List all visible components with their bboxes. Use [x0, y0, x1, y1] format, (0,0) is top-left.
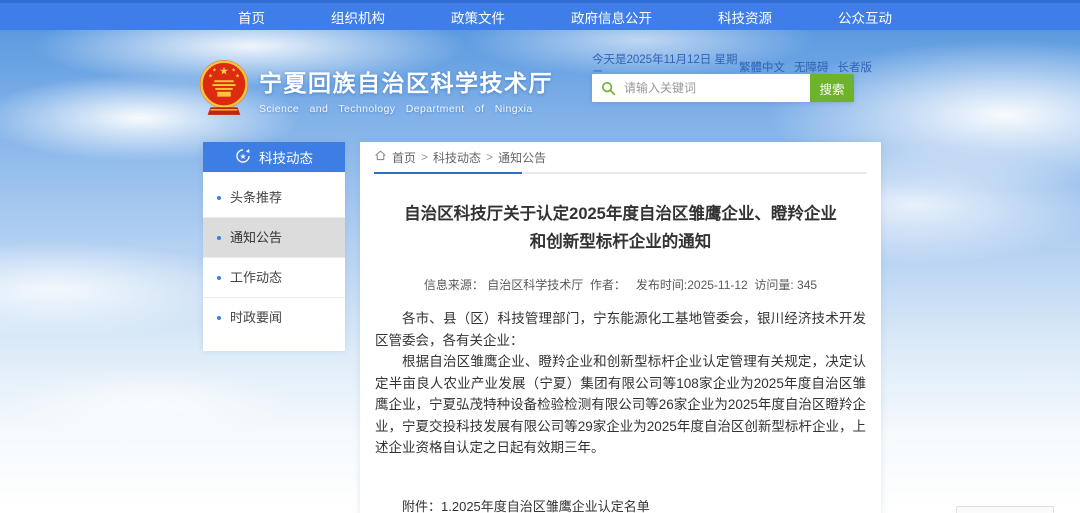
nav-item-public-interaction[interactable]: 公众互动	[838, 7, 892, 27]
page: 首页 组织机构 政策文件 政府信息公开 科技资源 公众互动 ★ ★ ★ ★ ★	[0, 0, 1080, 513]
article-paragraph-greeting: 各市、县（区）科技管理部门，宁东能源化工基地管委会，银川经济技术开发区管委会，各…	[375, 308, 866, 351]
breadcrumb: 首页 > 科技动态 > 通知公告	[374, 142, 867, 174]
article-title-line2: 和创新型标杆企业的通知	[374, 228, 867, 256]
site-subtitle: Science and Technology Department of Nin…	[259, 103, 553, 115]
svg-text:★: ★	[208, 73, 213, 79]
nav-item-organization[interactable]: 组织机构	[331, 7, 385, 27]
national-emblem-icon: ★ ★ ★ ★ ★	[198, 57, 250, 122]
sidebar-item-headlines[interactable]: 头条推荐	[203, 178, 345, 218]
search-button[interactable]: 搜索	[810, 74, 854, 102]
sidebar-title: 科技动态	[259, 147, 313, 167]
site-title: 宁夏回族自治区科学技术厅	[259, 64, 553, 98]
sidebar-item-work-updates[interactable]: 工作动态	[203, 258, 345, 298]
search-bar: 搜索	[592, 74, 854, 102]
svg-text:★: ★	[235, 73, 240, 79]
article-title-line1: 自治区科技厅关于认定2025年度自治区雏鹰企业、瞪羚企业	[374, 200, 867, 228]
breadcrumb-home[interactable]: 首页	[392, 149, 416, 166]
link-accessibility[interactable]: 无障碍	[794, 59, 829, 75]
quick-links: 繁體中文 无障碍 长者版	[739, 59, 872, 75]
search-input[interactable]	[622, 80, 810, 96]
sidebar-header: ★ 科技动态	[203, 142, 345, 172]
footer-peek	[956, 506, 1054, 513]
breadcrumb-notices[interactable]: 通知公告	[498, 149, 546, 166]
link-traditional-chinese[interactable]: 繁體中文	[739, 59, 785, 75]
sidebar-menu: 头条推荐 通知公告 工作动态 时政要闻	[203, 172, 345, 337]
top-nav: 首页 组织机构 政策文件 政府信息公开 科技资源 公众互动	[0, 0, 1080, 30]
home-icon	[374, 149, 387, 165]
search-icon	[601, 81, 616, 96]
article-title: 自治区科技厅关于认定2025年度自治区雏鹰企业、瞪羚企业 和创新型标杆企业的通知	[374, 200, 867, 256]
site-logo[interactable]: ★ ★ ★ ★ ★ 宁夏回族自治区科学技术厅 Science and Techn…	[198, 57, 553, 122]
article-meta: 信息来源： 自治区科学技术厅 作者： 发布时间:2025-11-12 访问量: …	[374, 276, 867, 293]
nav-item-policy-documents[interactable]: 政策文件	[451, 7, 505, 27]
breadcrumb-separator: >	[486, 150, 493, 164]
article-paragraph-main: 根据自治区雏鹰企业、瞪羚企业和创新型标杆企业认定管理有关规定，决定认定半亩良人农…	[375, 351, 866, 459]
sidebar-item-notices[interactable]: 通知公告	[203, 218, 345, 258]
breadcrumb-tech-news[interactable]: 科技动态	[433, 149, 481, 166]
attachments-label: 附件：	[402, 495, 441, 513]
svg-text:★: ★	[240, 152, 247, 161]
breadcrumb-separator: >	[421, 150, 428, 164]
sidebar: ★ 科技动态 头条推荐 通知公告 工作动态 时政要闻	[203, 142, 345, 351]
tech-news-icon: ★	[235, 148, 251, 167]
nav-item-tech-resources[interactable]: 科技资源	[718, 7, 772, 27]
attachments: 附件： 1.2025年度自治区雏鹰企业认定名单 2.2025年度自治区瞪羚企业认…	[402, 495, 867, 513]
sidebar-item-current-politics[interactable]: 时政要闻	[203, 298, 345, 337]
attachments-list: 1.2025年度自治区雏鹰企业认定名单 2.2025年度自治区瞪羚企业认定名单 …	[441, 495, 689, 513]
link-elderly-version[interactable]: 长者版	[838, 59, 873, 75]
article-body: 各市、县（区）科技管理部门，宁东能源化工基地管委会，银川经济技术开发区管委会，各…	[375, 308, 866, 459]
svg-text:★: ★	[219, 65, 228, 77]
nav-item-gov-info-disclosure[interactable]: 政府信息公开	[571, 7, 652, 27]
attachment-link-eagle-list[interactable]: 1.2025年度自治区雏鹰企业认定名单	[441, 495, 689, 513]
main-content: 首页 > 科技动态 > 通知公告 自治区科技厅关于认定2025年度自治区雏鹰企业…	[360, 142, 881, 513]
nav-item-home[interactable]: 首页	[238, 7, 265, 27]
